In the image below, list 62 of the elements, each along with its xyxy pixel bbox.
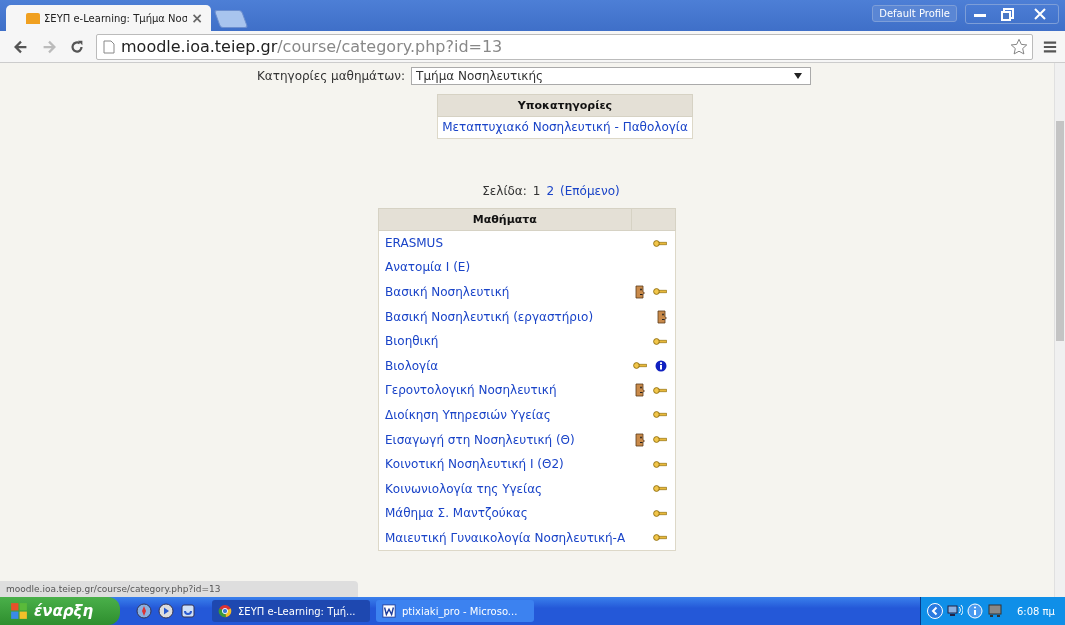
status-url: moodle.ioa.teiep.gr/course/category.php?id=13 <box>0 581 358 597</box>
page-link[interactable]: 2 <box>546 184 555 198</box>
monitor-icon[interactable] <box>986 603 1003 619</box>
category-dropdown[interactable]: Τμήμα Νοσηλευτικής <box>411 67 812 85</box>
paging-label: Σελίδα: <box>482 184 527 198</box>
course-link[interactable]: Γεροντολογική Νοσηλευτική <box>385 383 557 398</box>
scrollbar-thumb[interactable] <box>1056 121 1064 341</box>
face-icon <box>635 383 645 398</box>
face-icon <box>657 309 667 324</box>
profile-button[interactable]: Default Profile <box>872 5 957 22</box>
course-link[interactable]: Βιολογία <box>385 358 439 373</box>
mortarboard-icon <box>26 12 40 24</box>
taskbar-window-button[interactable]: ptixiaki_pro - Microso... <box>376 600 534 622</box>
chevron-icon[interactable] <box>926 603 943 619</box>
key-icon <box>653 459 667 469</box>
key-icon <box>653 287 667 297</box>
key-icon <box>633 361 647 371</box>
info-icon[interactable] <box>655 359 667 372</box>
key-icon <box>653 435 667 445</box>
key-icon <box>653 238 667 248</box>
face-icon <box>635 432 645 447</box>
network-icon[interactable] <box>946 603 963 619</box>
column-header: Υποκατηγορίες <box>437 94 693 117</box>
course-link[interactable]: Κοινοτική Νοσηλευτική Ι (Θ2) <box>385 457 564 472</box>
course-link[interactable]: Διοίκηση Υπηρεσιών Υγείας <box>385 407 551 422</box>
close-tab-button[interactable]: × <box>191 10 203 26</box>
course-link[interactable]: ERASMUS <box>385 236 443 251</box>
clock: 6:08 πμ <box>1016 605 1055 617</box>
face-icon <box>635 285 645 299</box>
course-link[interactable]: Μάθημα Σ. Μαντζούκας <box>385 506 528 521</box>
course-link[interactable]: Εισαγωγή στη Νοσηλευτική (Θ) <box>385 432 575 447</box>
course-link[interactable]: Κοινωνιολογία της Υγείας <box>385 481 543 496</box>
caret-icon <box>794 73 803 79</box>
key-icon <box>653 533 667 543</box>
course-link[interactable]: Βιοηθική <box>385 334 439 349</box>
browser-tab[interactable]: ΣΕΥΠ e-Learning: Τμήμα Νοσ × <box>6 5 211 31</box>
taskbar-window-button[interactable]: ΣΕΥΠ e-Learning: Τμή... <box>212 600 370 622</box>
category-label: Κατηγορίες μαθημάτων: <box>256 69 406 83</box>
key-icon <box>653 484 667 494</box>
key-icon <box>653 508 667 518</box>
page-icon <box>103 39 115 54</box>
course-link[interactable]: Μαιευτική Γυναικολογία Νοσηλευτική-Α <box>385 530 626 545</box>
new-tab-button[interactable] <box>213 10 249 28</box>
key-icon <box>653 410 667 420</box>
document-icon <box>382 604 396 618</box>
menu-icon[interactable] <box>1043 39 1057 54</box>
key-icon <box>653 385 667 395</box>
column-header: Μαθήματα <box>378 208 632 231</box>
subcategory-link[interactable]: Μεταπτυχιακό Νοσηλευτική - Παθολογία <box>442 120 688 134</box>
scrollbar[interactable] <box>1054 63 1065 597</box>
star-icon[interactable] <box>1010 37 1028 56</box>
course-link[interactable]: Βασική Νοσηλευτική <box>385 285 510 299</box>
play-icon[interactable] <box>158 603 174 619</box>
course-link[interactable]: Βασική Νοσηλευτική (εργαστήριο) <box>385 309 594 324</box>
compass-icon[interactable] <box>136 603 152 619</box>
windows-logo-icon <box>10 602 28 620</box>
tab-title: ΣΕΥΠ e-Learning: Τμήμα Νοσ <box>44 12 188 24</box>
address-bar[interactable]: moodle.ioa.teiep.gr/course/category.php?id=13 <box>96 33 1033 60</box>
course-link[interactable]: Ανατομία Ι (Ε) <box>385 260 471 275</box>
key-icon <box>653 336 667 346</box>
current-page-number: 1 <box>532 184 541 198</box>
next-page-link[interactable]: (Επόμενο) <box>560 184 620 198</box>
